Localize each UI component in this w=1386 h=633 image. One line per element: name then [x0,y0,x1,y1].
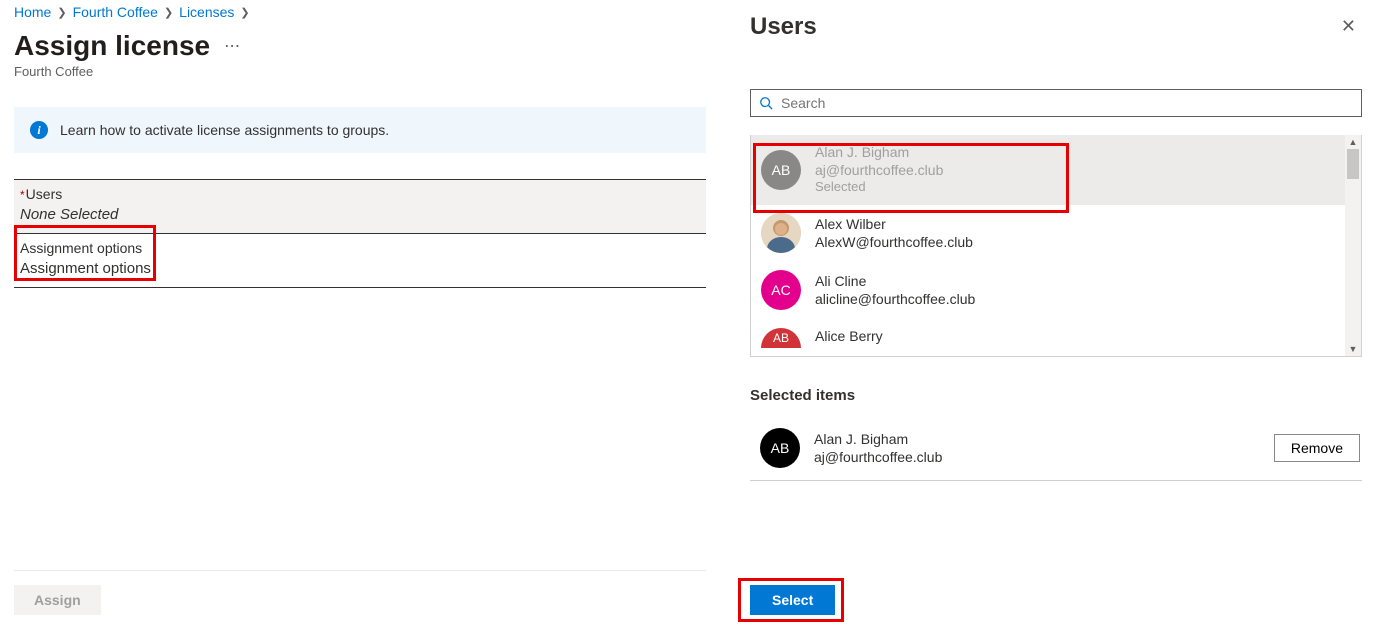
user-name: Alice Berry [815,327,883,345]
user-name: Alan J. Bigham [814,430,1274,448]
users-section[interactable]: *Users None Selected [14,179,706,234]
breadcrumb: Home ❯ Fourth Coffee ❯ Licenses ❯ [14,4,706,20]
selected-items-heading: Selected items [750,387,1362,404]
info-icon: i [30,121,48,139]
page-subtitle: Fourth Coffee [14,64,706,79]
close-icon[interactable]: ✕ [1335,12,1362,41]
main-content: Home ❯ Fourth Coffee ❯ Licenses ❯ Assign… [0,0,720,633]
user-name: Ali Cline [815,272,975,290]
avatar: AB [761,328,801,348]
chevron-right-icon: ❯ [57,6,66,19]
selected-item-row: AB Alan J. Bigham aj@fourthcoffee.club R… [750,422,1362,481]
user-info: Alex Wilber AlexW@fourthcoffee.club [815,215,973,251]
breadcrumb-licenses[interactable]: Licenses [179,4,234,20]
assignment-options-value: Assignment options [20,260,700,277]
more-actions-button[interactable]: ⋯ [224,36,241,56]
users-section-value: None Selected [20,206,700,223]
user-row-alan-bigham[interactable]: AB Alan J. Bigham aj@fourthcoffee.club S… [751,135,1345,205]
assignment-options-label: Assignment options [20,240,700,256]
user-list-container: AB Alan J. Bigham aj@fourthcoffee.club S… [750,135,1362,357]
search-icon [759,96,773,110]
user-info: Alan J. Bigham aj@fourthcoffee.club Sele… [815,143,943,196]
page-title: Assign license [14,30,210,62]
info-banner-text: Learn how to activate license assignment… [60,122,389,138]
search-input[interactable] [781,95,1353,111]
select-button[interactable]: Select [750,585,835,615]
user-name: Alex Wilber [815,215,973,233]
users-panel: Users ✕ AB Alan J. Bigham aj@fourthcoffe… [738,0,1386,633]
user-info: Ali Cline alicline@fourthcoffee.club [815,272,975,308]
remove-button[interactable]: Remove [1274,434,1360,462]
user-email: aj@fourthcoffee.club [815,161,943,179]
assignment-options-section[interactable]: Assignment options Assignment options [14,234,706,288]
user-list: AB Alan J. Bigham aj@fourthcoffee.club S… [751,135,1345,356]
users-section-label: *Users [20,186,700,202]
chevron-right-icon: ❯ [164,6,173,19]
avatar: AC [761,270,801,310]
required-star-icon: * [20,188,25,202]
selected-tag: Selected [815,179,943,196]
user-email: alicline@fourthcoffee.club [815,290,975,308]
avatar-photo-icon [761,213,801,253]
info-banner[interactable]: i Learn how to activate license assignme… [14,107,706,153]
search-box[interactable] [750,89,1362,117]
scroll-down-icon[interactable]: ▼ [1349,342,1358,356]
scrollbar[interactable]: ▲ ▼ [1345,135,1361,356]
chevron-right-icon: ❯ [240,6,249,19]
avatar [761,213,801,253]
footer-bar: Assign [14,570,706,615]
panel-title: Users [750,13,817,41]
user-row-ali-cline[interactable]: AC Ali Cline alicline@fourthcoffee.club [751,262,1345,319]
breadcrumb-fourth-coffee[interactable]: Fourth Coffee [73,4,158,20]
user-info: Alice Berry [815,327,883,345]
panel-footer: Select [750,573,1362,633]
page-title-row: Assign license ⋯ [14,30,706,62]
panel-header: Users ✕ [750,12,1362,41]
scroll-thumb[interactable] [1347,149,1359,179]
avatar: AB [761,150,801,190]
user-email: aj@fourthcoffee.club [814,448,1274,466]
avatar: AB [760,428,800,468]
user-info: Alan J. Bigham aj@fourthcoffee.club [814,430,1274,466]
user-row-alex-wilber[interactable]: Alex Wilber AlexW@fourthcoffee.club [751,205,1345,262]
user-name: Alan J. Bigham [815,143,943,161]
user-email: AlexW@fourthcoffee.club [815,233,973,251]
user-row-alice-berry[interactable]: AB Alice Berry [751,319,1345,349]
scroll-up-icon[interactable]: ▲ [1349,135,1358,149]
breadcrumb-home[interactable]: Home [14,4,51,20]
assign-button[interactable]: Assign [14,585,101,615]
